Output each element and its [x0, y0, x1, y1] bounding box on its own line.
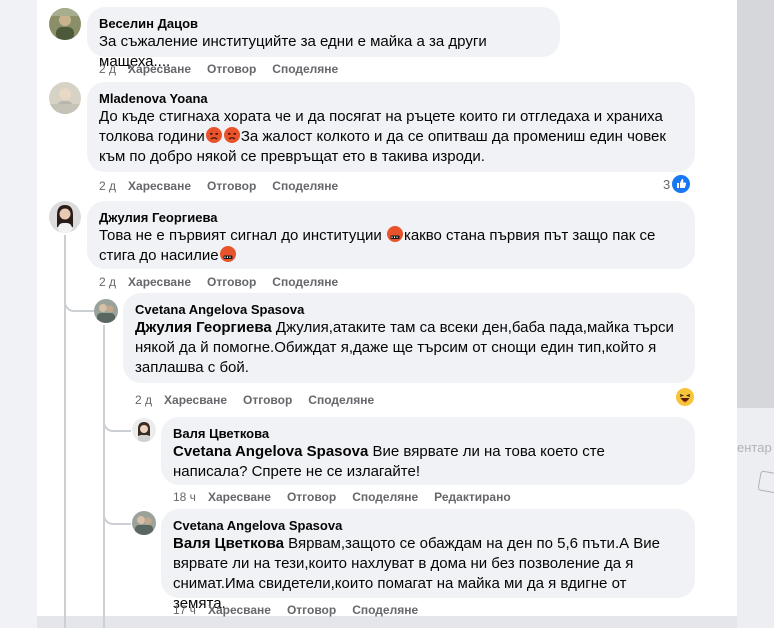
- reply-text: Cvetana Angelova Spasova Вие вярвате ли …: [173, 442, 683, 482]
- mention-link[interactable]: Джулия Георгиева: [135, 319, 272, 336]
- comment-author[interactable]: Веселин Дацов: [99, 15, 548, 32]
- share-button[interactable]: Споделяне: [308, 392, 374, 408]
- comment-text: Това не е първият сигнал до институции к…: [99, 226, 683, 266]
- cursing-emoji-icon: [386, 226, 403, 242]
- like-button[interactable]: Харесване: [128, 178, 191, 194]
- reply-button[interactable]: Отговор: [207, 61, 256, 77]
- comment-bubble: Веселин Дацов За съжаление институцийте …: [87, 7, 560, 70]
- avatar-valya[interactable]: [132, 418, 156, 442]
- angry-emoji-icon: [205, 127, 222, 143]
- reply-actions: 17 ч Харесване Отговор Споделяне: [173, 602, 434, 618]
- cursing-emoji-icon: [219, 246, 236, 262]
- reply-button[interactable]: Отговор: [287, 602, 336, 618]
- reply-timestamp[interactable]: 2 д: [135, 392, 152, 408]
- reply-timestamp[interactable]: 17 ч: [173, 602, 196, 618]
- avatar-cvetana[interactable]: [132, 511, 156, 535]
- comment-actions: 2 д Харесване Отговор Споделяне: [99, 178, 354, 194]
- avatar-julia[interactable]: [49, 201, 81, 233]
- share-button[interactable]: Споделяне: [352, 602, 418, 618]
- thread-elbow-reply-3: [103, 503, 131, 525]
- reply-author[interactable]: Валя Цветкова: [173, 425, 683, 442]
- share-button[interactable]: Споделяне: [272, 61, 338, 77]
- thread-elbow-reply-1: [64, 290, 94, 312]
- comment-actions: 2 д Харесване Отговор Споделяне: [99, 274, 354, 290]
- like-button[interactable]: Харесване: [208, 489, 271, 505]
- comment-actions: 2 д Харесване Отговор Споделяне: [99, 61, 354, 77]
- background-ghost-text: ентар: [737, 440, 772, 455]
- reaction-count: 3: [663, 176, 671, 192]
- reply-button[interactable]: Отговор: [287, 489, 336, 505]
- share-button[interactable]: Споделяне: [352, 489, 418, 505]
- background-share-icon: [757, 470, 774, 494]
- edited-label[interactable]: Редактирано: [434, 489, 511, 505]
- comment-author[interactable]: Джулия Георгиева: [99, 209, 683, 226]
- haha-icon: [676, 388, 694, 406]
- reply-button[interactable]: Отговор: [243, 392, 292, 408]
- reply-button[interactable]: Отговор: [207, 274, 256, 290]
- like-icon: [672, 175, 691, 193]
- avatar-mladenova[interactable]: [49, 82, 81, 114]
- mention-link[interactable]: Валя Цветкова: [173, 535, 284, 552]
- like-button[interactable]: Харесване: [128, 61, 191, 77]
- share-button[interactable]: Споделяне: [272, 274, 338, 290]
- reply-bubble: Cvetana Angelova Spasova Джулия Георгиев…: [123, 293, 695, 383]
- thread-elbow-reply-2: [103, 410, 131, 432]
- reply-text: Джулия Георгиева Джулия,атаките там са в…: [135, 318, 683, 378]
- angry-emoji-icon: [223, 127, 240, 143]
- avatar-cvetana[interactable]: [94, 299, 118, 323]
- reply-actions: 18 ч Харесване Отговор Споделяне Редакти…: [173, 489, 527, 505]
- like-button[interactable]: Харесване: [164, 392, 227, 408]
- comment-bubble: Mladenova Yoana До къде стигнаха хората …: [87, 82, 695, 172]
- reaction-summary[interactable]: 3: [663, 175, 691, 193]
- comment-author[interactable]: Mladenova Yoana: [99, 90, 683, 107]
- reply-bubble: Валя Цветкова Cvetana Angelova Spasova В…: [161, 417, 695, 485]
- reply-author[interactable]: Cvetana Angelova Spasova: [173, 517, 683, 534]
- comment-text-part: Това не е първият сигнал до институции: [99, 227, 382, 244]
- comment-timestamp[interactable]: 2 д: [99, 178, 116, 194]
- reaction-summary[interactable]: [674, 388, 694, 406]
- right-background: ентар: [737, 0, 774, 628]
- reply-author[interactable]: Cvetana Angelova Spasova: [135, 301, 683, 318]
- mention-link[interactable]: Cvetana Angelova Spasova: [173, 443, 368, 460]
- left-background: [0, 0, 37, 628]
- share-button[interactable]: Споделяне: [272, 178, 338, 194]
- comment-bubble: Джулия Георгиева Това не е първият сигна…: [87, 201, 695, 269]
- comment-timestamp[interactable]: 2 д: [99, 61, 116, 77]
- comment-timestamp[interactable]: 2 д: [99, 274, 116, 290]
- reply-timestamp[interactable]: 18 ч: [173, 489, 196, 505]
- avatar-veselin[interactable]: [49, 8, 81, 40]
- like-button[interactable]: Харесване: [208, 602, 271, 618]
- reply-actions: 2 д Харесване Отговор Споделяне: [135, 392, 390, 408]
- reply-button[interactable]: Отговор: [207, 178, 256, 194]
- thread-line-sub: [103, 325, 105, 628]
- comment-text: До къде стигнаха хората че и да посягат …: [99, 107, 683, 167]
- like-button[interactable]: Харесване: [128, 274, 191, 290]
- reply-bubble: Cvetana Angelova Spasova Валя Цветкова В…: [161, 509, 695, 612]
